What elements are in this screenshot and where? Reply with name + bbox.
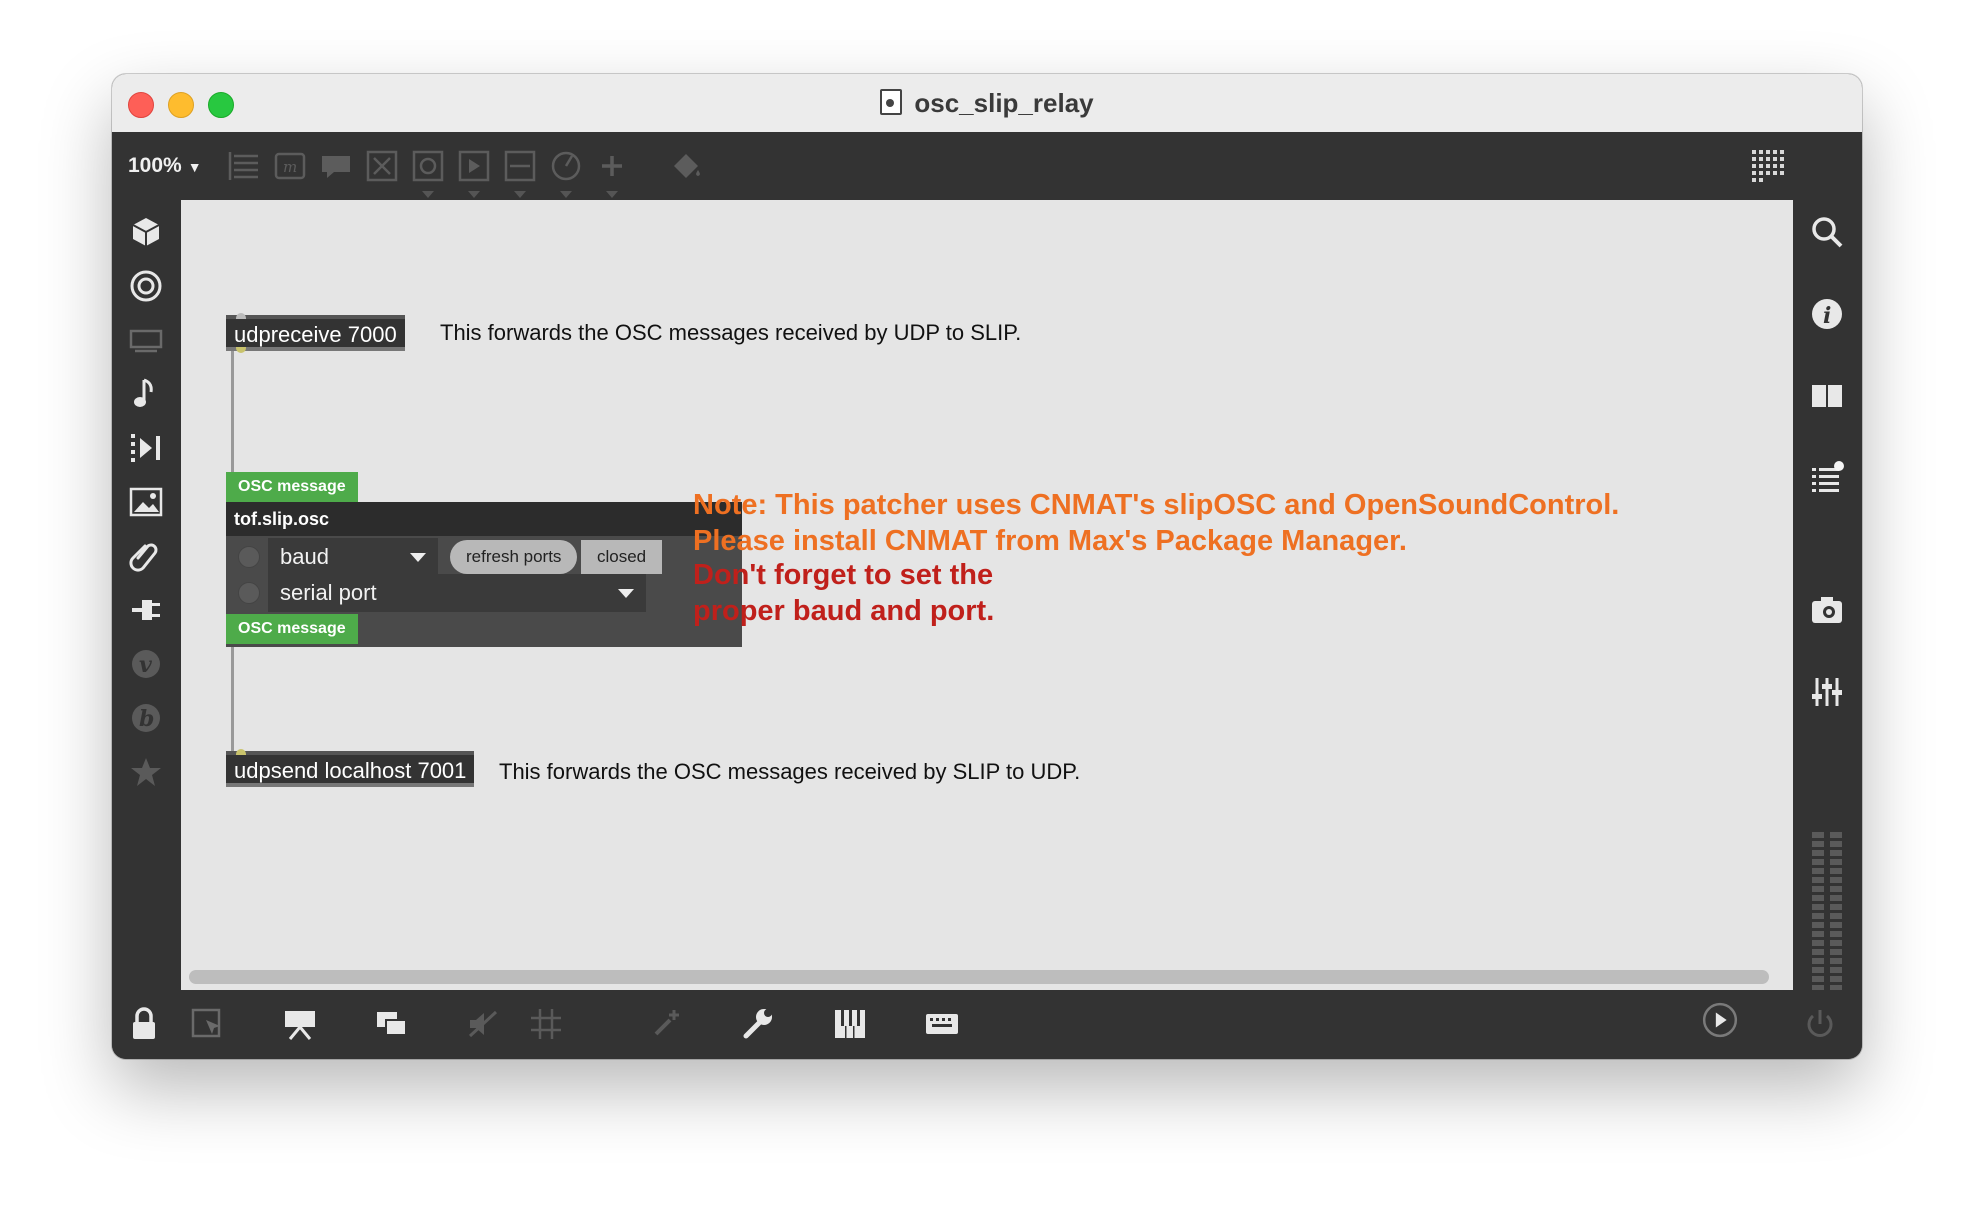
port-status-toggle[interactable]: closed: [581, 540, 663, 574]
serial-port-menu[interactable]: serial port: [268, 574, 646, 612]
udpreceive-inlet[interactable]: [236, 313, 246, 319]
bpatcher-title: tof.slip.osc: [226, 502, 742, 536]
music-note-icon[interactable]: [128, 376, 164, 412]
cnmat-note-line2: Please install CNMAT from Max's Package …: [693, 525, 1407, 557]
presentation-mode-icon[interactable]: [280, 1004, 320, 1044]
chevron-down-icon: [410, 553, 426, 562]
baud-port-note[interactable]: Don't forget to set the proper baud and …: [693, 557, 994, 629]
patch-cord-bottom[interactable]: [231, 638, 234, 762]
comment-top[interactable]: This forwards the OSC messages received …: [440, 320, 1021, 346]
plug-icon[interactable]: [128, 592, 164, 628]
refresh-ports-button[interactable]: refresh ports: [450, 540, 578, 574]
add-connection-icon[interactable]: [646, 1004, 686, 1044]
zoom-value: 100%: [128, 154, 182, 177]
b-icon[interactable]: b: [128, 700, 164, 736]
image-icon[interactable]: [128, 484, 164, 520]
grid-snap-icon[interactable]: [526, 1004, 566, 1044]
cnmat-note-line1: Note: This patcher uses CNMAT's slipOSC …: [693, 489, 1620, 521]
list-icon[interactable]: [1809, 460, 1845, 496]
media-icon[interactable]: [128, 430, 164, 466]
cube-icon[interactable]: [128, 214, 164, 250]
wrench-icon[interactable]: [738, 1004, 778, 1044]
svg-text:m: m: [283, 158, 297, 176]
udpsend-object[interactable]: udpsend localhost 7001: [226, 749, 475, 787]
top-toolbar: 100% ▼ m: [112, 132, 1862, 200]
windows-icon[interactable]: [372, 1004, 412, 1044]
close-box-icon[interactable]: [364, 148, 400, 184]
info-icon[interactable]: i: [1809, 296, 1845, 332]
baud-port-note-line1: Don't forget to set the: [693, 559, 994, 591]
osc-message-in-label: OSC message: [226, 472, 358, 502]
left-sidebar: v b: [112, 200, 181, 990]
udpreceive-object[interactable]: udpreceive 7000: [226, 313, 405, 353]
svg-text:v: v: [139, 652, 152, 678]
bottom-toolbar: [112, 990, 1862, 1059]
window-title: osc_slip_relay: [112, 74, 1862, 132]
udpreceive-text: udpreceive 7000: [234, 322, 397, 347]
chevron-down-icon: [618, 589, 634, 598]
comment-bottom[interactable]: This forwards the OSC messages received …: [499, 759, 1080, 785]
zoom-menu[interactable]: 100% ▼: [128, 154, 202, 178]
book-icon[interactable]: [1809, 378, 1845, 414]
star-icon[interactable]: [128, 754, 164, 790]
plus-icon[interactable]: [594, 148, 630, 198]
svg-text:b: b: [139, 706, 154, 732]
keyboard-piano-icon[interactable]: [830, 1004, 870, 1044]
search-icon[interactable]: [1809, 214, 1845, 250]
patcher-canvas[interactable]: udpreceive 7000 This forwards the OSC me…: [181, 200, 1793, 990]
window-title-text: osc_slip_relay: [914, 88, 1094, 118]
udpreceive-outlet[interactable]: [236, 347, 246, 353]
target-icon[interactable]: [128, 268, 164, 304]
mute-icon[interactable]: [464, 1004, 504, 1044]
osc-message-out-label: OSC message: [226, 614, 358, 644]
presentation-icon[interactable]: [226, 148, 262, 184]
v-icon[interactable]: v: [128, 646, 164, 682]
baud-led: [238, 546, 260, 568]
monitor-icon[interactable]: [128, 322, 164, 358]
right-sidebar: i: [1793, 200, 1862, 1052]
play-icon[interactable]: [456, 148, 492, 198]
max-patcher-window: osc_slip_relay 100% ▼ m v b udpreceive 7…: [112, 74, 1862, 1059]
paperclip-icon[interactable]: [128, 538, 164, 574]
grid-icon[interactable]: [1750, 148, 1790, 184]
patcher-doc-icon: [880, 89, 903, 115]
horizontal-scrollbar[interactable]: [189, 970, 1769, 984]
serial-port-menu-label: serial port: [280, 580, 377, 605]
chevron-down-icon: ▼: [187, 159, 202, 175]
dial-icon[interactable]: [548, 148, 584, 198]
baud-port-note-line2: proper baud and port.: [693, 595, 995, 627]
message-icon[interactable]: m: [272, 148, 308, 184]
button-icon[interactable]: [410, 148, 446, 198]
comment-icon[interactable]: [318, 148, 354, 184]
play-transport-icon[interactable]: [1700, 1000, 1748, 1048]
power-icon[interactable]: [1800, 1004, 1840, 1044]
paint-bucket-icon[interactable]: [668, 148, 704, 184]
title-bar: osc_slip_relay: [112, 74, 1862, 133]
baud-menu-label: baud: [280, 544, 329, 569]
camera-icon[interactable]: [1809, 592, 1845, 628]
slider-icon[interactable]: [502, 148, 538, 198]
select-pointer-icon[interactable]: [188, 1004, 228, 1044]
port-led: [238, 582, 260, 604]
udpsend-inlet[interactable]: [236, 749, 246, 755]
baud-menu[interactable]: baud: [268, 538, 438, 576]
lock-icon[interactable]: [124, 1004, 164, 1044]
svg-text:i: i: [1823, 303, 1831, 329]
keyboard-icon[interactable]: [922, 1004, 962, 1044]
patch-cord-top[interactable]: [231, 351, 234, 473]
cnmat-note[interactable]: Note: This patcher uses CNMAT's slipOSC …: [693, 487, 1619, 559]
udpsend-text: udpsend localhost 7001: [234, 758, 467, 783]
mixer-icon[interactable]: [1809, 674, 1845, 710]
